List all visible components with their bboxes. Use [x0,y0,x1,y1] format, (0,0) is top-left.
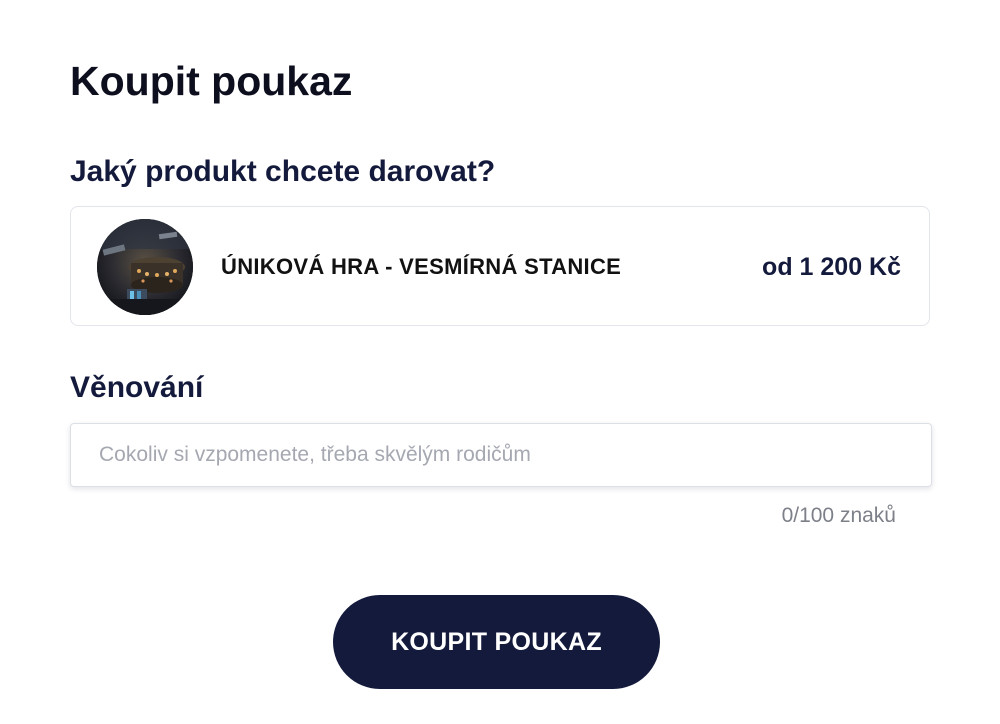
product-price: od 1 200 Kč [762,253,901,281]
space-station-image [97,219,193,315]
product-card[interactable]: ÚNIKOVÁ HRA - VESMÍRNÁ STANICE od 1 200 … [70,206,930,326]
product-section-heading: Jaký produkt chcete darovat? [70,155,496,188]
product-name: ÚNIKOVÁ HRA - VESMÍRNÁ STANICE [221,254,622,279]
character-counter: 0/100 znaků [781,504,896,527]
buy-voucher-button[interactable]: KOUPIT POUKAZ [333,595,660,689]
product-image [97,219,193,315]
dedication-input[interactable] [70,423,932,487]
page-title: Koupit poukaz [70,58,353,104]
dedication-heading: Věnování [70,371,204,404]
